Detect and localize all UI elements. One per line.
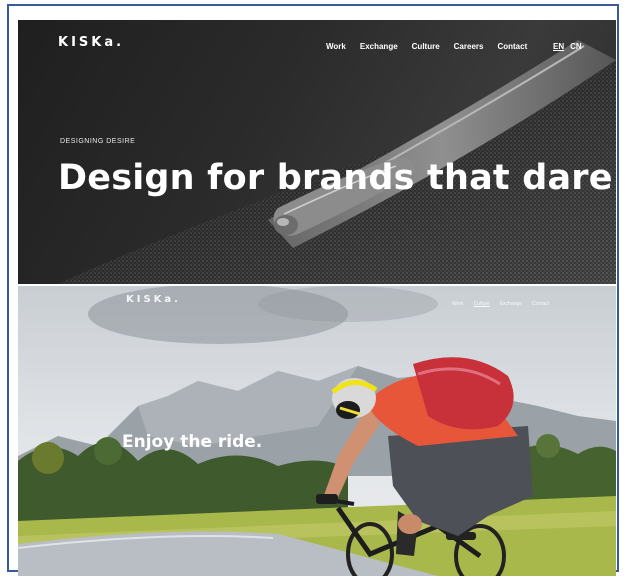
fabric-zipper-image bbox=[58, 40, 616, 284]
nav-link-culture[interactable]: Culture bbox=[412, 42, 440, 51]
nav-link-work[interactable]: Work bbox=[326, 42, 346, 51]
nav-link-culture[interactable]: Culture bbox=[474, 301, 490, 307]
nav-link-exchange[interactable]: Exchange bbox=[500, 301, 522, 307]
language-cn[interactable]: CN bbox=[570, 42, 582, 51]
nav-link-contact[interactable]: Contact bbox=[532, 301, 549, 307]
main-nav: Work Exchange Culture Careers Contact bbox=[326, 42, 527, 51]
eyebrow-text: DESIGNING DESIRE bbox=[60, 138, 136, 145]
kiska-logo[interactable]: KISKa. bbox=[126, 294, 181, 305]
hero-headline: Enjoy the ride. bbox=[122, 432, 263, 452]
nav-link-work[interactable]: Work bbox=[452, 301, 464, 307]
hero-panel-designing-desire: KISKa. Work Exchange Culture Careers Con… bbox=[18, 20, 616, 284]
hero-panel-enjoy-the-ride: KISKa. Work Culture Exchange Contact Enj… bbox=[18, 286, 616, 576]
nav-link-exchange[interactable]: Exchange bbox=[360, 42, 398, 51]
language-switcher: EN CN bbox=[553, 42, 582, 51]
hero-headline: Design for brands that dare. bbox=[58, 158, 616, 198]
nav-link-contact[interactable]: Contact bbox=[497, 42, 527, 51]
main-nav: Work Culture Exchange Contact bbox=[452, 301, 549, 307]
nav-link-careers[interactable]: Careers bbox=[454, 42, 484, 51]
kiska-logo[interactable]: KISKa. bbox=[58, 35, 124, 50]
language-en[interactable]: EN bbox=[553, 42, 564, 51]
cyclist-landscape-image bbox=[18, 286, 616, 576]
